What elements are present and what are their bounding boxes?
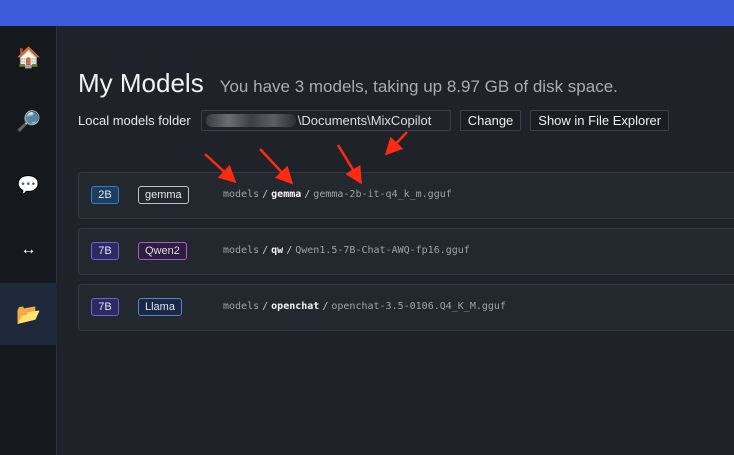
disk-usage-summary: You have 3 models, taking up 8.97 GB of … (219, 77, 618, 96)
search-icon: 🔎 (16, 110, 41, 133)
family-badge: Qwen2 (138, 242, 187, 260)
path-dir: models (223, 245, 260, 256)
path-org: qw (271, 245, 284, 256)
family-badge: Llama (138, 298, 182, 316)
family-badge: gemma (138, 186, 189, 204)
top-bar (0, 0, 734, 26)
main-content: My Models You have 3 models, taking up 8… (58, 26, 734, 455)
path-dir: models (223, 189, 260, 200)
path-file: gemma-2b-it-q4_k_m.gguf (313, 189, 452, 200)
size-badge: 7B (91, 298, 119, 316)
sidebar-item-search[interactable]: 🔎 (0, 90, 57, 152)
sidebar-item-chat[interactable]: 💬 (0, 154, 57, 216)
model-row[interactable]: 2B gemma models / gemma / gemma-2b-it-q4_k_m… (78, 172, 734, 219)
path-file: Qwen1.5-7B-Chat-AWQ-fp16.gguf (295, 245, 470, 256)
sidebar-item-models[interactable]: 📂 (0, 283, 57, 345)
path-org: gemma (271, 189, 302, 200)
size-badge: 2B (91, 186, 119, 204)
folder-path-field[interactable]: \Documents\MixCopilot (200, 110, 451, 131)
folder-icon: 📂 (16, 303, 41, 326)
change-folder-button[interactable]: Change (459, 110, 522, 131)
model-row[interactable]: 7B Qwen2 models / qw / Qwen1.5-7B-Chat-AWQ-f… (78, 228, 734, 275)
page-title: My Models (78, 68, 204, 98)
models-folder-row: Local models folder \Documents\MixCopilo… (78, 110, 670, 131)
home-icon: 🏠 (16, 46, 41, 69)
path-file: openchat-3.5-0106.Q4_K_M.gguf (331, 301, 506, 312)
size-badge: 7B (91, 242, 119, 260)
sidebar-item-home[interactable]: 🏠 (0, 26, 57, 88)
sidebar: 🏠 🔎 💬 ↔ 📂 (0, 26, 57, 455)
sidebar-item-swap[interactable]: ↔ (0, 219, 57, 281)
model-file-path: models / openchat / openchat-3.5-0106.Q4_K_M… (223, 301, 506, 312)
folder-path-text: \Documents\MixCopilot (297, 113, 432, 128)
show-in-explorer-button[interactable]: Show in File Explorer (530, 110, 670, 131)
model-file-path: models / qw / Qwen1.5-7B-Chat-AWQ-fp16.gguf (223, 245, 470, 256)
header: My Models You have 3 models, taking up 8… (78, 68, 618, 99)
path-dir: models (223, 301, 260, 312)
path-org: openchat (271, 301, 320, 312)
swap-icon: ↔ (20, 241, 37, 258)
folder-label: Local models folder (78, 113, 191, 128)
chat-icon: 💬 (17, 174, 40, 195)
redacted-path-segment (205, 114, 296, 127)
model-row[interactable]: 7B Llama models / openchat / openchat-3.5-01… (78, 284, 734, 331)
model-file-path: models / gemma / gemma-2b-it-q4_k_m.gguf (223, 189, 452, 200)
